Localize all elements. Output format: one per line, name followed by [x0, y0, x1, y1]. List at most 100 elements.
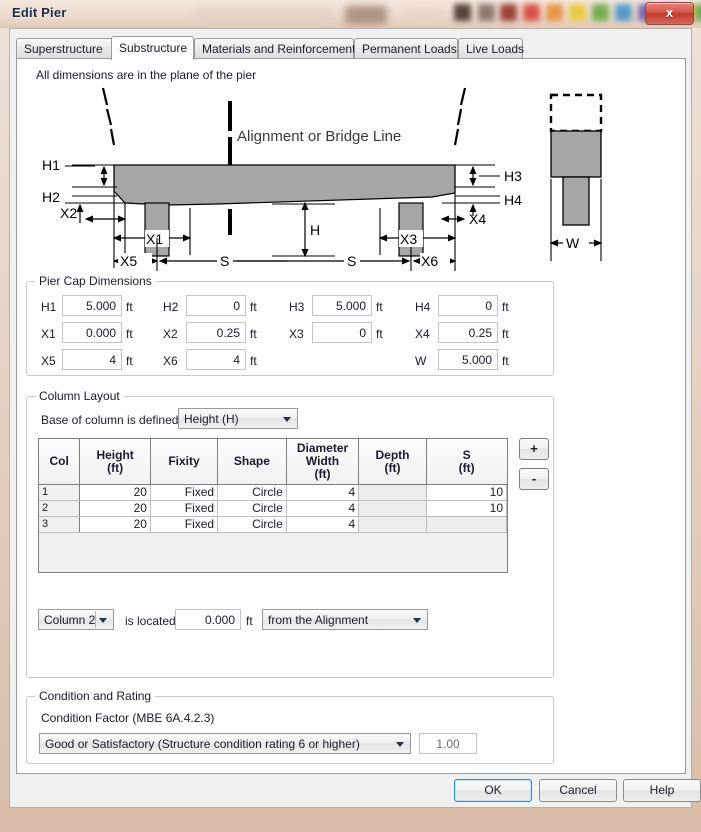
condition-and-rating-group: Condition and Rating Condition Factor (M…	[26, 689, 554, 764]
cell-col: 2	[39, 500, 81, 517]
chevron-down-icon	[283, 417, 291, 422]
field-x4[interactable]: 0.25	[438, 322, 498, 343]
cell-s[interactable]	[426, 516, 508, 533]
cell-height[interactable]: 20	[79, 516, 151, 533]
label-x4: X4	[415, 327, 430, 341]
column-locator-select[interactable]: Column 2	[38, 609, 114, 630]
cell-diameter[interactable]: 4	[286, 500, 360, 517]
cell-col: 1	[39, 484, 81, 501]
cell-depth[interactable]	[358, 516, 427, 533]
chevron-down-icon	[413, 618, 421, 623]
label-s-left: S	[220, 253, 229, 269]
color-swatch	[454, 4, 471, 21]
label-x5-text: X5	[120, 253, 137, 269]
tab-materials-and-reinforcement[interactable]: Materials and Reinforcement	[194, 38, 355, 59]
unit-h1: ft	[126, 300, 133, 314]
condition-factor-value: Good or Satisfactory (Structure conditio…	[45, 737, 360, 751]
cancel-button[interactable]: Cancel	[539, 779, 617, 802]
unit-x1: ft	[126, 327, 133, 341]
locator-reference-select[interactable]: from the Alignment	[262, 609, 428, 630]
unit-x2: ft	[250, 327, 257, 341]
locator-reference-value: from the Alignment	[268, 613, 369, 627]
locator-unit: ft	[246, 614, 253, 628]
field-x2[interactable]: 0.25	[186, 322, 246, 343]
close-icon[interactable]: x	[645, 2, 694, 25]
cell-fixity[interactable]: Fixed	[150, 484, 219, 501]
blur-smudge	[345, 6, 387, 24]
unit-h2: ft	[250, 300, 257, 314]
label-x1: X1	[146, 231, 163, 247]
column-grid[interactable]: Col Height (ft) Fixity Shape Diameter Wi…	[38, 438, 508, 573]
label-h4: H4	[504, 192, 522, 208]
table-row[interactable]: 2 20 Fixed Circle 4 10	[39, 500, 508, 517]
table-row[interactable]: 3 20 Fixed Circle 4	[39, 516, 508, 533]
tab-superstructure[interactable]: Superstructure	[16, 38, 117, 59]
dialog-client-area: Superstructure Substructure Materials an…	[9, 28, 701, 808]
right-break-line	[453, 87, 467, 146]
field-h1[interactable]: 5.000	[62, 295, 122, 316]
cell-shape[interactable]: Circle	[217, 484, 287, 501]
label-x2: X2	[163, 327, 178, 341]
th-s: S (ft)	[426, 439, 507, 485]
is-located-label: is located	[125, 614, 176, 628]
field-h4[interactable]: 0	[438, 295, 498, 316]
field-x1[interactable]: 0.000	[62, 322, 122, 343]
tab-strip: Superstructure Substructure Materials an…	[16, 36, 686, 60]
blur-smudge	[400, 9, 448, 21]
left-break-line	[101, 87, 116, 146]
label-h2: H2	[42, 189, 60, 205]
condition-factor-select[interactable]: Good or Satisfactory (Structure conditio…	[39, 733, 411, 754]
column-layout-group: Column Layout Base of column is defined …	[26, 389, 554, 678]
tab-permanent-loads[interactable]: Permanent Loads	[354, 38, 458, 59]
field-x5[interactable]: 4	[62, 349, 122, 370]
label-h: H	[310, 222, 320, 238]
cell-height[interactable]: 20	[79, 500, 151, 517]
th-height: Height (ft)	[79, 439, 151, 485]
field-w[interactable]: 5.000	[438, 349, 498, 370]
field-h2[interactable]: 0	[186, 295, 246, 316]
help-button[interactable]: Help	[623, 779, 701, 802]
pier-cap-shape	[113, 164, 456, 206]
color-swatch	[478, 4, 495, 21]
cell-shape[interactable]: Circle	[217, 500, 287, 517]
cell-fixity[interactable]: Fixed	[150, 500, 219, 517]
label-h4: H4	[415, 300, 431, 314]
label-x3: X3	[289, 327, 304, 341]
pier-elevation-diagram: Alignment or Bridge Line H1 H2 X2 X1 X5 …	[42, 87, 603, 271]
remove-row-button[interactable]: -	[519, 468, 549, 490]
locator-distance-field[interactable]: 0.000	[175, 609, 241, 630]
pier-cap-dimensions-title: Pier Cap Dimensions	[35, 274, 156, 288]
add-row-button[interactable]: +	[519, 438, 549, 460]
cell-shape[interactable]: Circle	[217, 516, 287, 533]
tab-substructure[interactable]: Substructure	[111, 36, 194, 60]
condition-factor-label: Condition Factor (MBE 6A.4.2.3)	[41, 711, 215, 725]
label-x5: X5	[41, 354, 56, 368]
base-of-column-select[interactable]: Height (H)	[178, 408, 298, 429]
cell-s[interactable]: 10	[426, 484, 508, 501]
table-row[interactable]: 1 20 Fixed Circle 4 10	[39, 484, 508, 501]
label-h3: H3	[289, 300, 305, 314]
tab-live-loads[interactable]: Live Loads	[458, 38, 524, 59]
cell-depth[interactable]	[358, 500, 427, 517]
blur-smudge	[195, 8, 335, 20]
label-s-right: S	[347, 253, 356, 269]
cell-depth[interactable]	[358, 484, 427, 501]
cell-height[interactable]: 20	[79, 484, 151, 501]
color-swatch	[523, 4, 540, 21]
label-x3: X3	[400, 231, 417, 247]
ok-button[interactable]: OK	[454, 779, 532, 802]
field-x6[interactable]: 4	[186, 349, 246, 370]
label-h3: H3	[504, 168, 522, 184]
color-swatch	[592, 4, 609, 21]
unit-x4: ft	[502, 327, 509, 341]
th-diameter-width: Diameter Width (ft)	[286, 439, 360, 485]
cell-fixity[interactable]: Fixed	[150, 516, 219, 533]
cell-diameter[interactable]: 4	[286, 516, 360, 533]
cell-diameter[interactable]: 4	[286, 484, 360, 501]
field-x3[interactable]: 0	[312, 322, 372, 343]
color-swatch	[615, 4, 632, 21]
cell-s[interactable]: 10	[426, 500, 508, 517]
field-h3[interactable]: 5.000	[312, 295, 372, 316]
unit-x6: ft	[250, 354, 257, 368]
edit-pier-window: Edit Pier x Superstructure Substructure …	[0, 0, 701, 832]
